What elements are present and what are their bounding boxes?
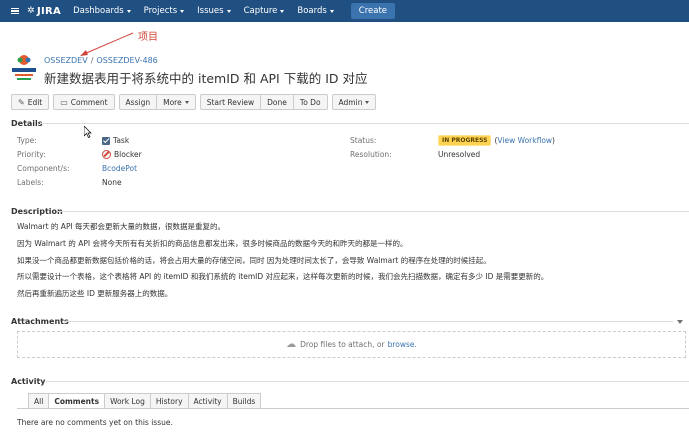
comment-label: Comment [70, 97, 108, 107]
nav-boards-label: Boards [297, 6, 327, 16]
tab-comments[interactable]: Comments [49, 393, 106, 409]
jira-logo[interactable]: ✲ JIRA [27, 6, 61, 17]
tab-all[interactable]: All [28, 393, 50, 409]
chevron-down-icon [180, 9, 185, 13]
done-button[interactable]: Done [261, 94, 294, 110]
description-heading: Description [11, 207, 63, 216]
description-line: Walmart 的 API 每天都会更新大量的数据，很数据是重复的。 [17, 222, 226, 231]
chevron-down-icon [184, 100, 189, 104]
project-avatar[interactable] [10, 52, 38, 82]
status-badge: IN PROGRESS [438, 135, 492, 146]
priority-value: Blocker [102, 150, 142, 159]
more-label: More [163, 97, 182, 107]
assign-button[interactable]: Assign [118, 94, 158, 110]
dropzone-text: Drop files to attach, or [300, 340, 385, 349]
to-do-button[interactable]: To Do [293, 94, 328, 110]
description-line: 因为 Walmart 的 API 会将今天所有有关折扣的商品信息都发出来，很多时… [17, 239, 408, 248]
tab-work-log[interactable]: Work Log [105, 393, 151, 409]
mouse-cursor-icon [84, 126, 92, 138]
type-label: Type: [17, 136, 37, 145]
components-link[interactable]: BcodePot [102, 164, 137, 173]
priority-label: Priority: [17, 150, 46, 159]
edit-group: ✎ Edit [11, 94, 50, 110]
type-text: Task [113, 136, 130, 145]
resolution-value: Unresolved [438, 150, 481, 159]
nav-dashboards[interactable]: Dashboards [73, 6, 131, 16]
workflow-close-paren: ) [552, 136, 555, 145]
description-line: 如果没一个商品都更新数据包括价格的话，将会占用大量的存储空间，同时 因为处理时间… [17, 256, 491, 265]
nav-dashboards-label: Dashboards [73, 6, 124, 16]
view-workflow-link[interactable]: View Workflow [497, 136, 552, 145]
priority-text: Blocker [114, 150, 142, 159]
task-icon [102, 136, 110, 145]
details-heading: Details [11, 119, 43, 128]
type-value: Task [102, 136, 129, 145]
edit-button[interactable]: ✎ Edit [11, 94, 50, 110]
tabs-divider [17, 408, 689, 409]
status-label: Status: [350, 136, 377, 145]
nav-issues[interactable]: Issues [197, 6, 231, 16]
activity-heading: Activity [11, 377, 46, 386]
chevron-down-icon [365, 100, 370, 104]
assign-more-group: Assign More [118, 94, 196, 110]
nav-projects-label: Projects [143, 6, 178, 16]
empty-comments-message: There are no comments yet on this issue. [17, 418, 173, 427]
nav-capture[interactable]: Capture [244, 6, 285, 16]
attachments-divider [64, 321, 673, 322]
create-button[interactable]: Create [350, 3, 396, 19]
more-button[interactable]: More [157, 94, 196, 110]
edit-label: Edit [27, 97, 43, 107]
breadcrumb-project-link[interactable]: OSSEZDEV [44, 56, 88, 65]
top-navigation-bar: ✲ JIRA Dashboards Projects Issues Captur… [0, 0, 689, 22]
nav-capture-label: Capture [243, 6, 278, 16]
breadcrumb-issue-link[interactable]: OSSEZDEV-486 [96, 56, 157, 65]
comment-group: ▭ Comment [53, 94, 115, 110]
pencil-icon: ✎ [18, 97, 25, 107]
workflow-group: Start Review Done To Do [199, 94, 328, 110]
tab-history[interactable]: History [150, 393, 189, 409]
resolution-label: Resolution: [350, 150, 392, 159]
description-line: 所以需要设计一个表格，这个表格将 API 的 itemID 和我们系统的 ite… [17, 272, 549, 281]
nav-projects[interactable]: Projects [144, 6, 185, 16]
start-review-button[interactable]: Start Review [199, 94, 262, 110]
chevron-down-icon [329, 9, 334, 13]
issue-title[interactable]: 新建数据表用于将系统中的 itemID 和 API 下载的 ID 对应 [44, 68, 367, 87]
attachments-heading: Attachments [11, 317, 69, 326]
activity-divider [46, 381, 689, 382]
jira-mark-icon: ✲ [27, 6, 35, 16]
chevron-down-icon [226, 9, 231, 13]
admin-group: Admin [331, 94, 377, 110]
status-value: IN PROGRESS (View Workflow) [438, 135, 555, 146]
browse-link[interactable]: browse. [388, 340, 417, 349]
issue-toolbar: ✎ Edit ▭ Comment Assign More Start Review … [11, 94, 380, 110]
comment-button[interactable]: ▭ Comment [53, 94, 115, 110]
collapse-caret-icon[interactable] [677, 320, 683, 324]
speech-bubble-icon: ▭ [60, 97, 68, 107]
cloud-upload-icon: ☁ [286, 339, 297, 350]
logo-text: JIRA [37, 5, 62, 17]
nav-issues-label: Issues [197, 6, 224, 16]
nav-boards[interactable]: Boards [297, 6, 334, 16]
labels-value: None [102, 178, 122, 187]
tab-activity[interactable]: Activity [188, 393, 228, 409]
admin-label: Admin [338, 97, 363, 107]
breadcrumb: OSSEZDEV / OSSEZDEV-486 [44, 56, 158, 65]
description-line: 然后再重新遍历这些 ID 更新服务器上的数据。 [17, 289, 173, 298]
components-label: Component/s: [17, 164, 70, 173]
tab-builds[interactable]: Builds [227, 393, 262, 409]
labels-label: Labels: [17, 178, 44, 187]
attachment-dropzone[interactable]: ☁ Drop files to attach, or browse. [17, 331, 686, 358]
chevron-down-icon [280, 9, 285, 13]
activity-tabs: All Comments Work Log History Activity B… [28, 393, 262, 409]
blocker-icon [102, 150, 111, 159]
details-divider [40, 123, 689, 124]
admin-button[interactable]: Admin [331, 94, 377, 110]
breadcrumb-separator: / [90, 56, 94, 65]
chevron-down-icon [126, 9, 131, 13]
description-divider [57, 211, 689, 212]
app-switcher-icon[interactable] [11, 7, 19, 15]
